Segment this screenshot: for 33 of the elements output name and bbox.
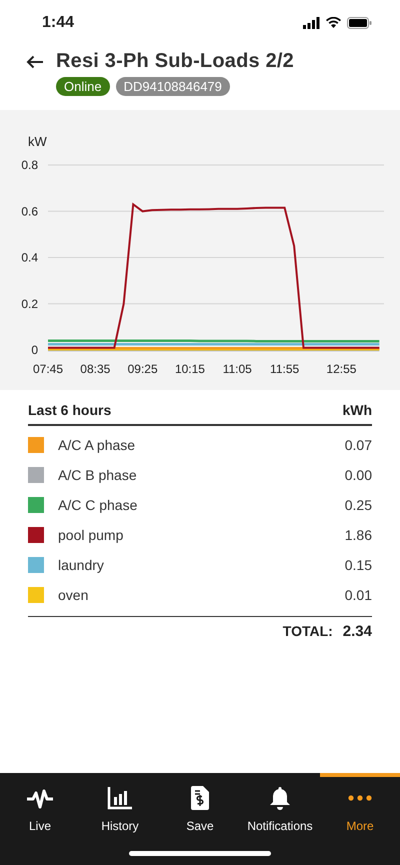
y-tick-label: 0.6 [21, 204, 38, 218]
status-time: 1:44 [42, 14, 74, 32]
energy-value: 0.07 [344, 437, 372, 453]
status-badge: Online [56, 77, 110, 96]
load-name: oven [58, 587, 90, 603]
load-name: laundry [58, 557, 105, 573]
x-tick-label: 11:05 [222, 362, 252, 376]
device-id-badge: DD94108846479 [116, 77, 230, 96]
energy-value: 0.25 [344, 497, 372, 513]
load-name: A/C C phase [58, 497, 138, 513]
energy-value: 0.01 [344, 587, 372, 603]
unit-label: kWh [342, 402, 372, 418]
y-tick-label: 0.8 [21, 158, 38, 172]
y-tick-label: 0 [31, 343, 38, 357]
x-tick-label: 12:55 [326, 362, 356, 376]
page-title: Resi 3-Ph Sub-Loads 2/2 [56, 50, 294, 73]
load-name: A/C A phase [58, 437, 136, 453]
energy-value: 0.00 [344, 467, 372, 483]
y-tick-label: 0.2 [21, 296, 38, 311]
total-value: 2.34 [342, 623, 372, 640]
x-tick-label: 11:55 [270, 362, 300, 376]
x-tick-label: 07:45 [32, 362, 64, 376]
load-name: A/C B phase [58, 467, 138, 483]
y-tick-label: 0.4 [21, 250, 38, 264]
load-name: pool pump [58, 527, 124, 543]
energy-value: 1.86 [344, 527, 372, 543]
period-label: Last 6 hours [28, 402, 112, 418]
x-tick-label: 10:15 [174, 362, 205, 376]
x-tick-label: 08:35 [80, 362, 110, 376]
x-tick-label: 09:25 [128, 362, 158, 376]
total-label: TOTAL: [282, 623, 333, 640]
energy-value: 0.15 [344, 557, 372, 573]
y-axis-unit: kW [28, 134, 47, 149]
